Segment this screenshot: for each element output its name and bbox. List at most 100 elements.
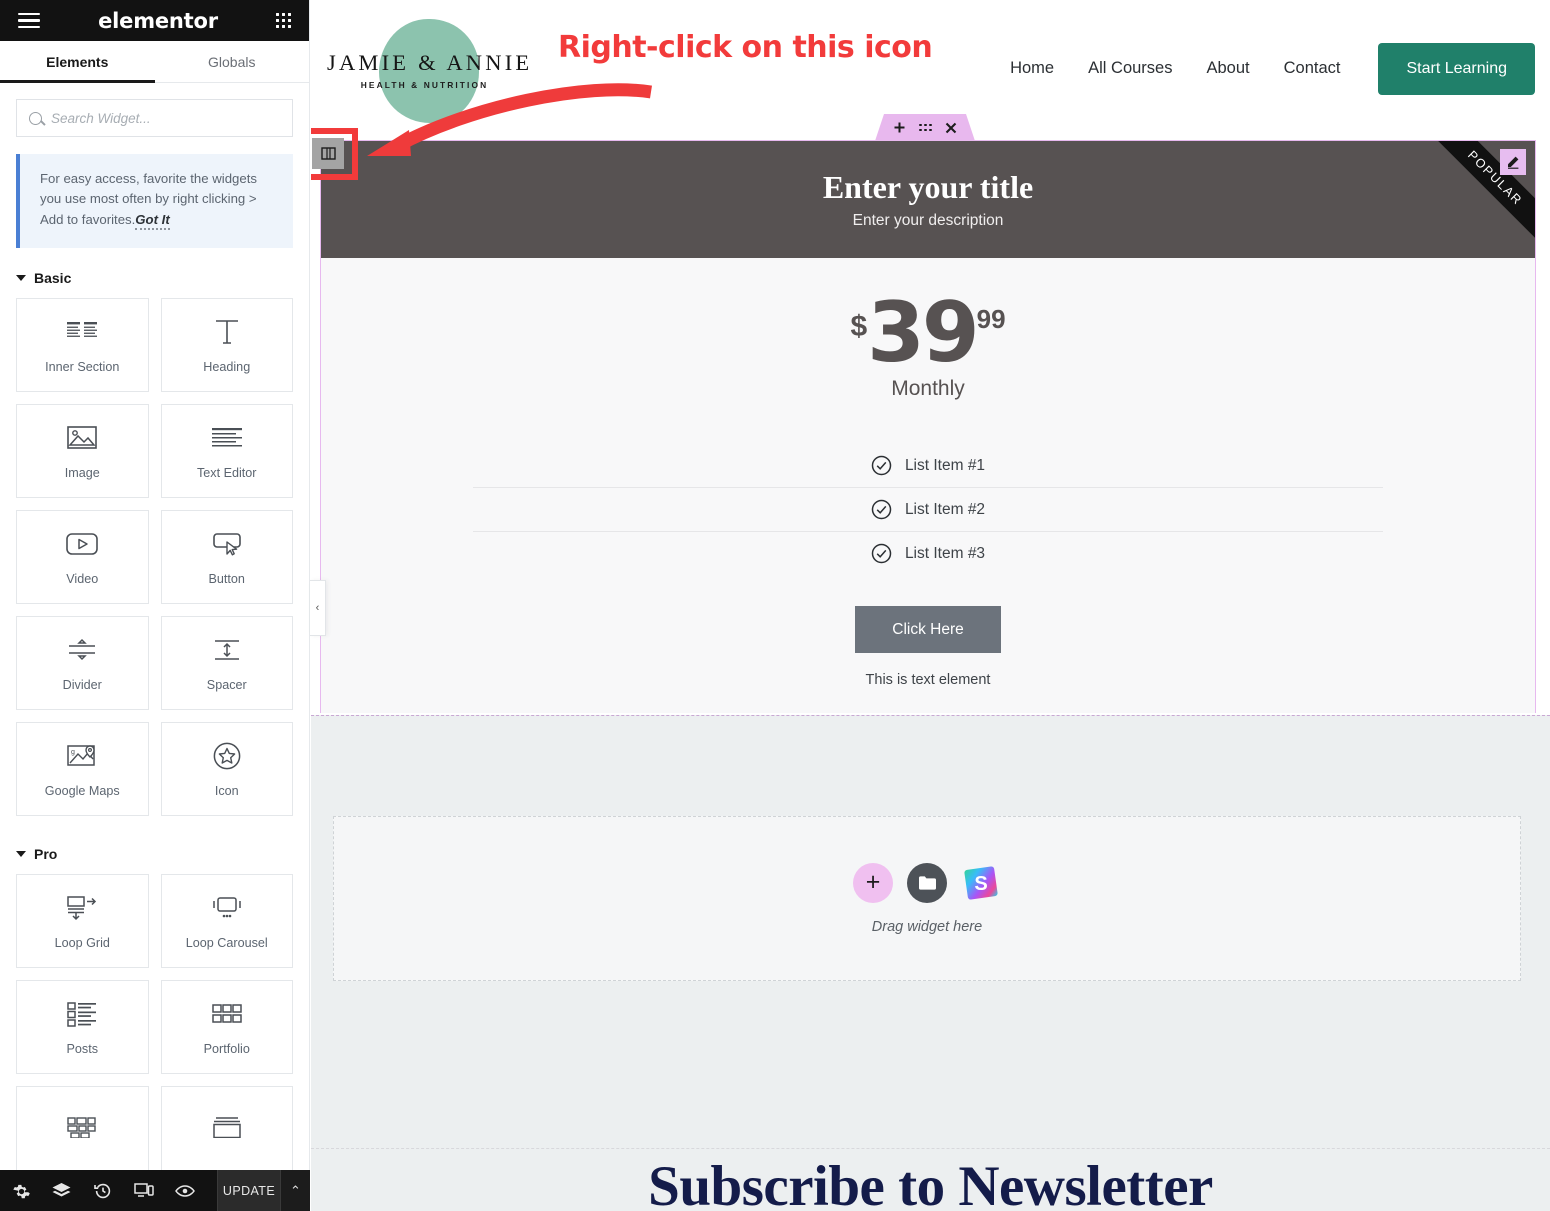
list-item: List Item #1	[321, 444, 1535, 487]
drag-widget-dropzone[interactable]: + S Drag widget here	[333, 816, 1521, 981]
widget-label: Video	[66, 571, 99, 586]
widget-label: Divider	[62, 677, 102, 692]
list-item-label: List Item #2	[904, 500, 986, 518]
nav-item-contact[interactable]: Contact	[1284, 59, 1341, 78]
annotation-text: Right-click on this icon	[558, 30, 933, 65]
panel-header: elementor	[0, 0, 309, 41]
button-icon	[212, 529, 242, 559]
loop-carousel-icon	[211, 893, 243, 923]
widget-text-editor[interactable]: Text Editor	[160, 404, 293, 499]
panel-tabs: Elements Globals	[0, 41, 309, 83]
portfolio-icon	[211, 999, 243, 1029]
search-icon	[29, 111, 42, 125]
hamburger-icon[interactable]	[18, 12, 40, 29]
widget-label: Image	[64, 465, 100, 480]
widget-label: Inner Section	[45, 359, 120, 374]
svg-text:S: S	[974, 873, 987, 895]
add-widget-icon[interactable]: +	[853, 862, 893, 903]
chevron-down-icon	[16, 275, 26, 282]
site-logo[interactable]: JAMIE & ANNIE HEALTH & NUTRITION	[327, 14, 533, 124]
click-here-button[interactable]: Click Here	[855, 606, 1001, 654]
newsletter-heading: Subscribe to Newsletter	[648, 1155, 1213, 1211]
dropzone-icons: + S	[853, 862, 1001, 903]
empty-section[interactable]: + S Drag widget here	[311, 715, 1550, 1149]
widget-grid-basic: Inner Section Heading Image Text Editor …	[0, 298, 309, 817]
pricing-body: $ 39 99 Monthly List Item #1 List Item #…	[321, 258, 1535, 713]
widget-icon[interactable]: Icon	[160, 722, 293, 817]
pricing-title: Enter your title	[822, 169, 1034, 205]
pricing-header: Enter your title Enter your description …	[321, 141, 1535, 258]
newsletter-section[interactable]: Subscribe to Newsletter	[311, 1149, 1550, 1211]
widget-portfolio[interactable]: Portfolio	[160, 980, 293, 1075]
google-maps-icon: g	[67, 741, 97, 771]
pricing-table-section[interactable]: Enter your title Enter your description …	[320, 140, 1536, 713]
text-editor-icon	[211, 423, 242, 453]
layers-icon[interactable]	[41, 1170, 82, 1211]
widget-posts[interactable]: Posts	[16, 980, 149, 1075]
list-item-label: List Item #3	[904, 544, 986, 562]
widget-image[interactable]: Image	[16, 404, 149, 499]
widget-inner-section[interactable]: Inner Section	[16, 298, 149, 393]
widget-heading[interactable]: Heading	[160, 298, 293, 393]
pricing-feature-list: List Item #1 List Item #2 List Item #3	[321, 444, 1535, 575]
widget-loop-grid[interactable]: Loop Grid	[16, 874, 149, 969]
update-button[interactable]: UPDATE	[217, 1170, 280, 1211]
tab-globals[interactable]: Globals	[155, 41, 310, 82]
section-toolbar	[875, 114, 975, 141]
video-icon	[66, 529, 99, 559]
eye-icon[interactable]	[164, 1170, 205, 1211]
list-item: List Item #3	[473, 531, 1383, 575]
nav-item-all-courses[interactable]: All Courses	[1088, 59, 1172, 78]
update-options-caret[interactable]: ⌃	[280, 1170, 310, 1211]
widget-spacer[interactable]: Spacer	[160, 616, 293, 711]
site-nav: Home All Courses About Contact	[1010, 59, 1340, 78]
image-icon	[67, 423, 98, 453]
list-item: List Item #2	[473, 487, 1383, 531]
elementor-panel: elementor Elements Globals For easy acce…	[0, 0, 310, 1211]
search-widget-container	[0, 83, 309, 137]
got-it-link[interactable]: Got It	[135, 211, 170, 230]
start-learning-button[interactable]: Start Learning	[1378, 42, 1535, 95]
apps-grid-icon[interactable]	[276, 13, 291, 28]
tab-elements[interactable]: Elements	[0, 41, 155, 83]
widget-loop-carousel[interactable]: Loop Carousel	[160, 874, 293, 969]
drag-handle-icon[interactable]	[919, 123, 932, 132]
editor-canvas: JAMIE & ANNIE HEALTH & NUTRITION Home Al…	[311, 0, 1550, 1211]
list-item-label: List Item #1	[904, 456, 986, 474]
logo-main-text: JAMIE & ANNIE	[327, 49, 533, 75]
price-integer: 39	[867, 284, 980, 381]
collapse-panel-button[interactable]: ‹	[310, 580, 326, 636]
category-header-pro[interactable]: Pro	[0, 816, 309, 874]
widget-partial-gallery[interactable]	[16, 1086, 149, 1181]
pricing-footer-note: This is text element	[865, 672, 991, 689]
column-layout-icon[interactable]	[312, 138, 344, 169]
nav-item-about[interactable]: About	[1206, 59, 1249, 78]
search-box[interactable]	[16, 99, 293, 137]
panel-footer: UPDATE ⌃	[0, 1170, 310, 1211]
search-input[interactable]	[51, 110, 280, 126]
gear-icon[interactable]	[0, 1170, 41, 1211]
widget-video[interactable]: Video	[16, 510, 149, 605]
price-period: Monthly	[891, 377, 965, 401]
widget-divider[interactable]: Divider	[16, 616, 149, 711]
category-header-basic[interactable]: Basic	[0, 248, 309, 298]
widget-button[interactable]: Button	[160, 510, 293, 605]
widget-google-maps[interactable]: g Google Maps	[16, 722, 149, 817]
slides-icon	[211, 1112, 243, 1142]
close-icon[interactable]	[945, 122, 957, 134]
star-icon	[213, 741, 241, 771]
widget-partial-slides[interactable]	[160, 1086, 293, 1181]
responsive-mode-icon[interactable]	[123, 1170, 164, 1211]
widget-label: Heading	[203, 359, 251, 374]
folder-icon[interactable]	[907, 862, 947, 903]
shutterstock-icon[interactable]: S	[961, 863, 1001, 903]
widget-label: Posts	[66, 1041, 99, 1056]
pencil-icon[interactable]	[1500, 149, 1526, 175]
elementor-editor: elementor Elements Globals For easy acce…	[0, 0, 1550, 1211]
plus-icon[interactable]	[893, 121, 906, 134]
gallery-icon	[66, 1112, 98, 1142]
heading-icon	[214, 317, 240, 347]
nav-item-home[interactable]: Home	[1010, 59, 1054, 78]
history-icon[interactable]	[82, 1170, 123, 1211]
spacer-icon	[212, 635, 242, 665]
